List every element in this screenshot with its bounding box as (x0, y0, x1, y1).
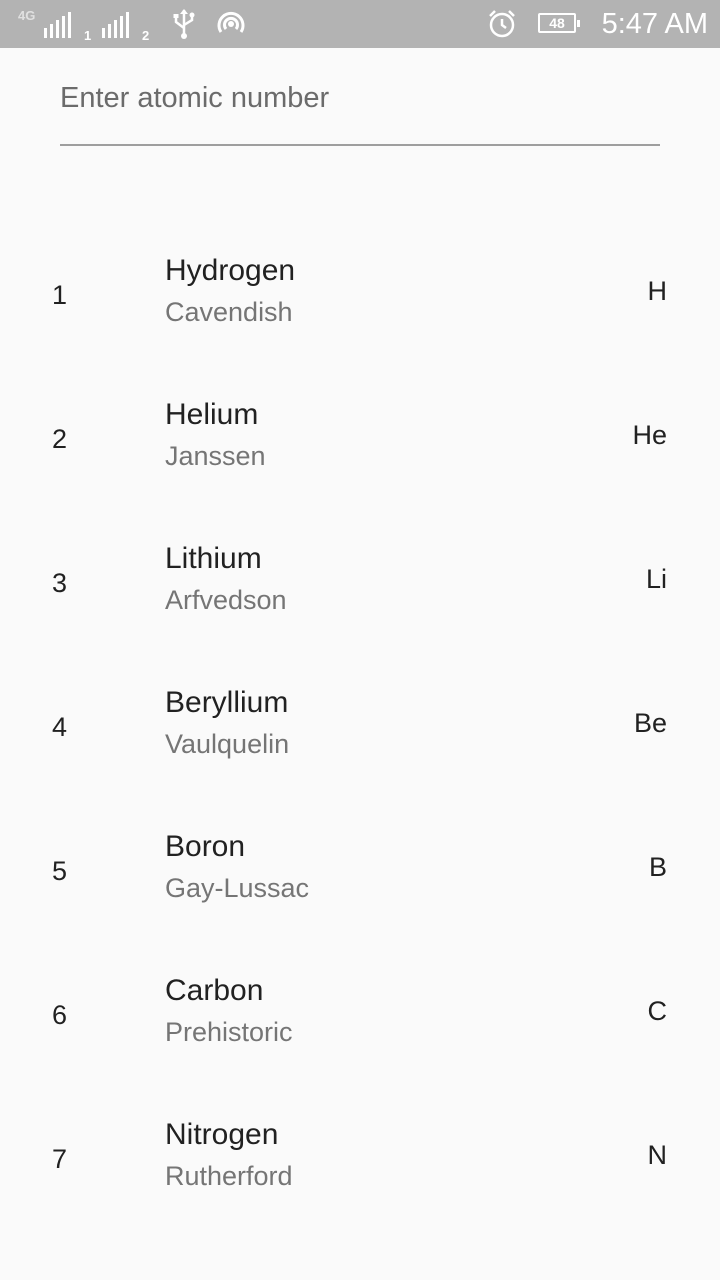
element-symbol: N (647, 1140, 668, 1170)
list-item[interactable]: 6 Carbon Prehistoric C (0, 938, 720, 1082)
element-name: Boron (165, 830, 246, 863)
hotspot-icon (216, 8, 246, 45)
usb-icon (172, 8, 196, 45)
sim1-label: 1 (84, 28, 92, 43)
atomic-number: 7 (52, 1144, 68, 1174)
element-name: Hydrogen (165, 254, 296, 287)
atomic-number: 2 (52, 424, 68, 454)
element-discoverer: Rutherford (165, 1161, 293, 1191)
battery-icon: 48 (538, 13, 580, 33)
element-symbol: H (647, 276, 668, 306)
element-name: Helium (165, 398, 259, 431)
atomic-number: 1 (52, 280, 68, 310)
list-item[interactable]: 1 Hydrogen Cavendish H (0, 218, 720, 362)
element-discoverer: Prehistoric (165, 1017, 293, 1047)
list-item[interactable]: 2 Helium Janssen He (0, 362, 720, 506)
status-bar: 4G 1 2 48 5:47 AM (0, 0, 720, 48)
element-name: Beryllium (165, 686, 289, 719)
alarm-icon (487, 9, 517, 44)
element-discoverer: Gay-Lussac (165, 873, 310, 903)
element-discoverer: Vaulquelin (165, 729, 290, 759)
list-item[interactable]: 3 Lithium Arfvedson Li (0, 506, 720, 650)
element-discoverer: Janssen (165, 441, 266, 471)
element-discoverer: Arfvedson (165, 585, 287, 615)
element-symbol: He (632, 420, 667, 450)
list-item[interactable]: 5 Boron Gay-Lussac B (0, 794, 720, 938)
status-time: 5:47 AM (601, 8, 708, 40)
element-discoverer: Cavendish (165, 297, 293, 327)
atomic-number: 6 (52, 1000, 68, 1030)
atomic-number: 5 (52, 856, 68, 886)
atomic-number: 4 (52, 712, 68, 742)
element-list: 1 Hydrogen Cavendish H 2 Helium Janssen … (0, 218, 720, 1226)
element-name: Carbon (165, 974, 264, 1007)
element-name: Nitrogen (165, 1118, 279, 1151)
element-symbol: Li (645, 564, 667, 594)
network-type-label: 4G (18, 8, 36, 23)
sim2-label: 2 (142, 28, 150, 43)
list-item[interactable]: 4 Beryllium Vaulquelin Be (0, 650, 720, 794)
list-item[interactable]: 7 Nitrogen Rutherford N (0, 1082, 720, 1226)
element-symbol: C (647, 996, 668, 1026)
element-name: Lithium (165, 542, 262, 575)
element-symbol: B (648, 852, 667, 882)
element-symbol: Be (633, 708, 667, 738)
atomic-number: 3 (52, 568, 68, 598)
battery-level: 48 (549, 15, 565, 31)
atomic-number-input[interactable] (60, 80, 660, 116)
atomic-number-field (60, 66, 660, 146)
